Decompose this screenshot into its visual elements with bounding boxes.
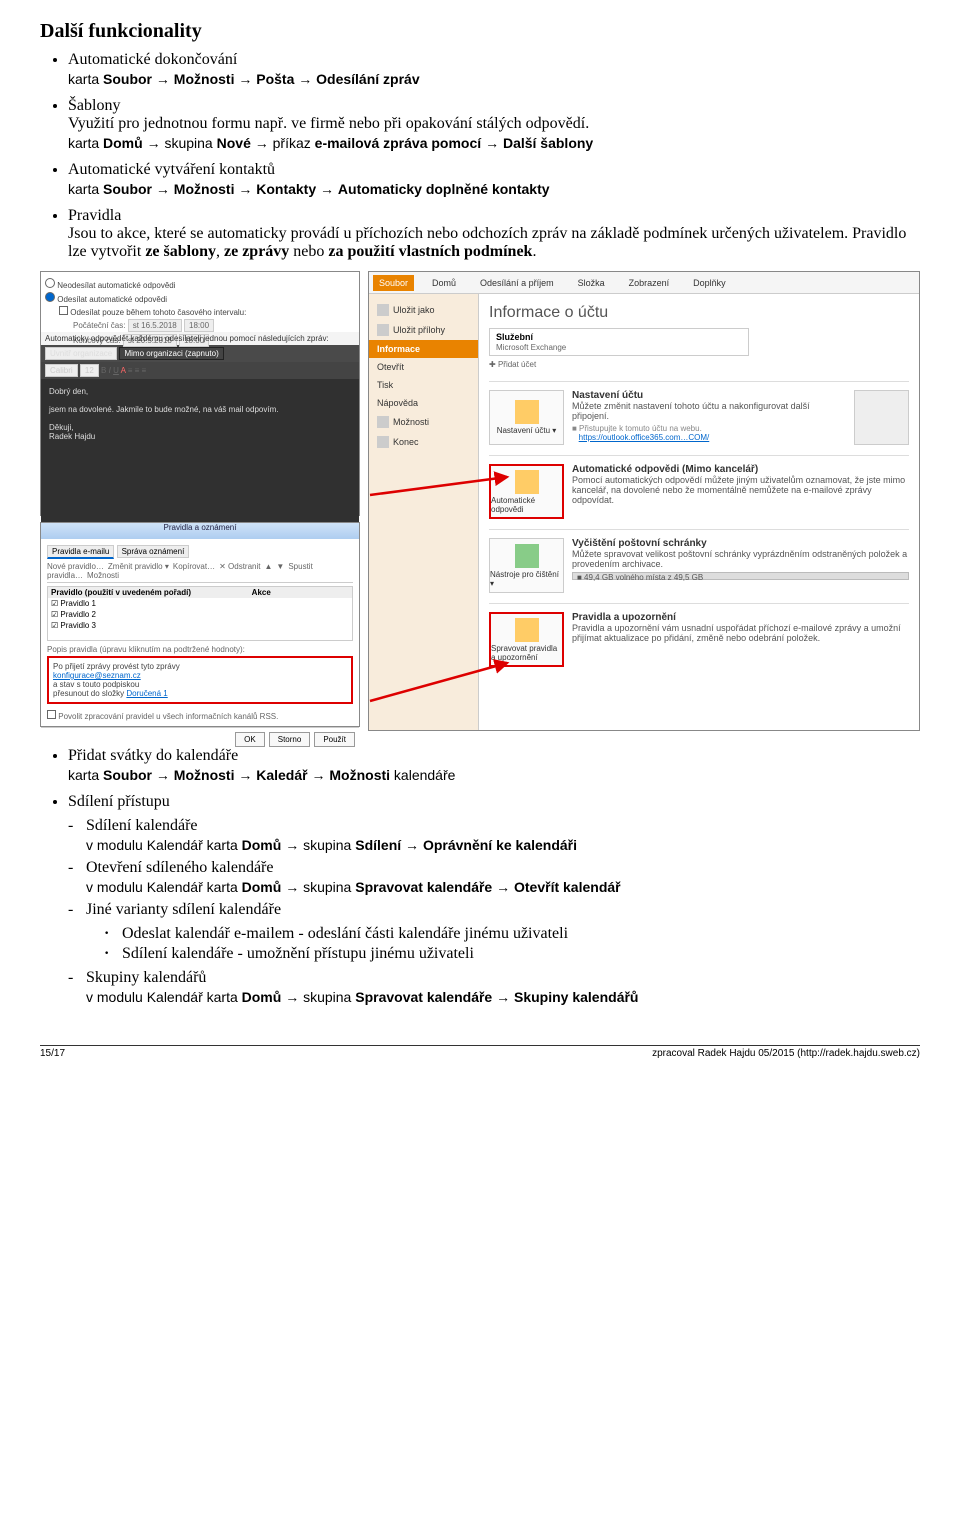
side-item[interactable]: Konec [369, 432, 478, 452]
side-item[interactable]: Tisk [369, 376, 478, 394]
side-item[interactable]: Uložit přílohy [369, 320, 478, 340]
apply-button[interactable]: Použít [314, 732, 355, 747]
side-item[interactable]: Otevřít [369, 358, 478, 376]
page-heading: Další funkcionality [40, 20, 920, 43]
backstage-action[interactable]: Spravovat pravidla a upozornění [489, 612, 564, 667]
side-item[interactable]: Nápověda [369, 394, 478, 412]
screenshots-row: Neodesílat automatické odpovědi Odesílat… [40, 271, 920, 731]
side-item[interactable]: Informace [369, 340, 478, 358]
page-footer: 15/17 zpracoval Radek Hajdu 05/2015 (htt… [40, 1048, 920, 1059]
credit-text: zpracoval Radek Hajdu 05/2015 (http://ra… [652, 1048, 920, 1059]
ribbon-tab[interactable]: Doplňky [687, 275, 732, 291]
backstage-action[interactable]: Nastavení účtu ▾ [489, 390, 564, 445]
ribbon-tab[interactable]: Soubor [373, 275, 414, 291]
top-bullets: Automatické dokončováníkarta Soubor → Mo… [40, 51, 920, 261]
side-item[interactable]: Možnosti [369, 412, 478, 432]
avatar-placeholder [854, 390, 909, 445]
screenshot-auto-reply: Neodesílat automatické odpovědi Odesílat… [40, 271, 360, 516]
tab-outside-org[interactable]: Mimo organizaci (zapnuto) [119, 347, 223, 360]
ribbon-tab[interactable]: Složka [572, 275, 611, 291]
backstage-action[interactable]: Nástroje pro čištění ▾ [489, 538, 564, 593]
side-item[interactable]: Uložit jako [369, 300, 478, 320]
ribbon-tab[interactable]: Zobrazení [623, 275, 676, 291]
screenshot-rules-dialog: Pravidla a oznámení Pravidla e-mailu Spr… [40, 522, 360, 727]
ribbon-tab[interactable]: Odesílání a příjem [474, 275, 560, 291]
ok-button-2[interactable]: OK [235, 732, 265, 747]
screenshot-backstage: Soubor Domů Odesílání a příjem Složka Zobraz… [368, 271, 920, 731]
cancel-button-2[interactable]: Storno [269, 732, 311, 747]
ribbon-tab[interactable]: Domů [426, 275, 462, 291]
page-number: 15/17 [40, 1048, 65, 1059]
after-bullets: Přidat svátky do kalendářekarta Soubor →… [40, 747, 920, 1005]
backstage-action[interactable]: Automatické odpovědi [489, 464, 564, 519]
